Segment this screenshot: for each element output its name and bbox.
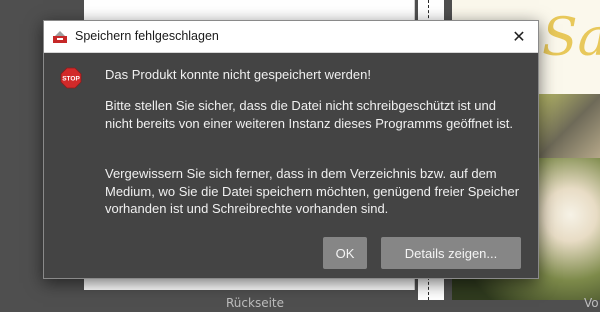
stop-icon-label: STOP bbox=[62, 76, 80, 83]
close-icon: ✕ bbox=[512, 27, 526, 46]
error-headline: Das Produkt konnte nicht gespeichert wer… bbox=[105, 67, 371, 82]
app-icon bbox=[52, 29, 68, 43]
save-failed-dialog: Speichern fehlgeschlagen ✕ STOP Das Prod… bbox=[43, 20, 539, 279]
front-page-label[interactable]: Vo bbox=[584, 296, 599, 310]
stop-icon: STOP bbox=[60, 67, 82, 89]
decorative-script-text: Sat bbox=[542, 8, 600, 68]
error-hint-disk-space: Vergewissern Sie sich ferner, dass in de… bbox=[105, 166, 520, 216]
error-hint-write-protection: Bitte stellen Sie sicher, dass die Datei… bbox=[105, 98, 514, 131]
dialog-titlebar[interactable]: Speichern fehlgeschlagen ✕ bbox=[44, 21, 538, 53]
close-button[interactable]: ✕ bbox=[500, 21, 538, 52]
show-details-button[interactable]: Details zeigen... bbox=[381, 237, 521, 269]
back-page-label[interactable]: Rückseite bbox=[226, 296, 284, 310]
ok-button[interactable]: OK bbox=[323, 237, 367, 269]
dialog-title: Speichern fehlgeschlagen bbox=[75, 29, 219, 43]
